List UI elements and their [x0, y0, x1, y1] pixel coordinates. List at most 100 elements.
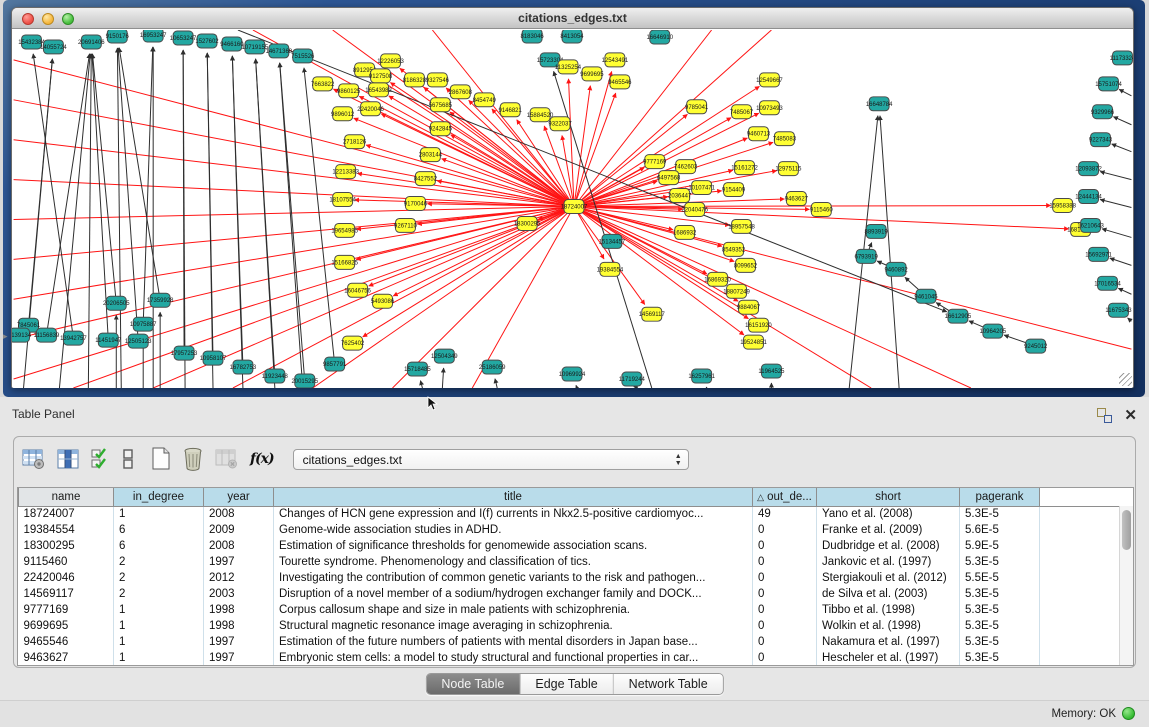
- graph-node[interactable]: 9785041: [685, 100, 709, 114]
- graph-edge[interactable]: [574, 207, 748, 319]
- graph-node[interactable]: 8549352: [722, 242, 746, 256]
- graph-node[interactable]: 12505123: [125, 334, 152, 348]
- graph-edge[interactable]: [1113, 117, 1131, 125]
- graph-node[interactable]: 11964525: [758, 364, 785, 378]
- graph-node[interactable]: 9227343: [1089, 133, 1113, 147]
- graph-node[interactable]: 8186328: [403, 73, 427, 87]
- graph-edge[interactable]: [576, 385, 577, 388]
- graph-node[interactable]: 9327546: [426, 73, 450, 87]
- graph-node[interactable]: 19524851: [740, 335, 767, 349]
- graph-node[interactable]: 20015295: [291, 374, 318, 388]
- graph-node[interactable]: 11156839: [34, 328, 60, 342]
- column-header-out_degree[interactable]: △out_de...: [753, 488, 817, 506]
- graph-edge[interactable]: [256, 59, 275, 388]
- network-graph[interactable]: 1543238414055724206914069150176169532471…: [12, 30, 1133, 388]
- graph-node[interactable]: 15751074: [1095, 77, 1122, 91]
- graph-node[interactable]: 11923448: [262, 369, 289, 383]
- table-select-dropdown[interactable]: citations_edges.txt ▲▼: [293, 449, 689, 470]
- graph-node[interactable]: 9322037: [548, 117, 572, 131]
- column-chooser-icon[interactable]: [57, 449, 80, 470]
- graph-node[interactable]: 16869320: [704, 272, 731, 286]
- graph-node[interactable]: 11719244: [619, 372, 646, 386]
- graph-node[interactable]: 12093872: [1075, 162, 1102, 176]
- graph-node[interactable]: 18300295: [514, 216, 541, 230]
- network-window-titlebar[interactable]: citations_edges.txt: [12, 8, 1133, 29]
- graph-node[interactable]: 15166825: [331, 255, 358, 269]
- graph-node[interactable]: 6497568: [657, 171, 681, 185]
- graph-node[interactable]: 2803144: [419, 148, 443, 162]
- graph-node[interactable]: 10969924: [559, 367, 586, 381]
- graph-node[interactable]: 10653247: [170, 31, 197, 45]
- graph-node[interactable]: 12504349: [431, 349, 458, 363]
- delete-table-icon[interactable]: [182, 447, 204, 471]
- graph-node[interactable]: 16612905: [945, 309, 972, 323]
- graph-node[interactable]: 8183046: [520, 30, 544, 43]
- rows-icon[interactable]: [122, 448, 134, 470]
- graph-node[interactable]: 18807249: [723, 284, 750, 298]
- graph-node[interactable]: 9139134: [12, 328, 32, 342]
- graph-node[interactable]: 8427552: [414, 172, 438, 186]
- graph-node[interactable]: 19654985: [331, 223, 358, 237]
- graph-node[interactable]: 10973493: [756, 101, 783, 115]
- graph-node[interactable]: 14671368: [266, 44, 293, 58]
- column-header-in_degree[interactable]: in_degree: [114, 488, 204, 506]
- graph-node[interactable]: 8893919: [865, 224, 889, 238]
- graph-node[interactable]: 9115460: [810, 203, 833, 217]
- graph-edge[interactable]: [451, 135, 574, 207]
- graph-edge[interactable]: [14, 207, 574, 380]
- graph-node[interactable]: 11451947: [95, 333, 122, 347]
- graph-node[interactable]: 15161272: [731, 161, 758, 175]
- graph-node[interactable]: 7625402: [341, 336, 365, 350]
- graph-node[interactable]: 9329966: [1091, 105, 1115, 119]
- table-row[interactable]: 1830029562008Estimation of significance …: [19, 538, 1120, 554]
- graph-edge[interactable]: [1100, 172, 1131, 180]
- graph-node[interactable]: 9465546: [608, 75, 632, 89]
- graph-node[interactable]: 9857791: [323, 357, 347, 371]
- graph-edge[interactable]: [393, 207, 574, 296]
- graph-node[interactable]: 14569117: [639, 307, 666, 321]
- graph-edge[interactable]: [366, 145, 574, 206]
- column-header-short[interactable]: short: [817, 488, 960, 506]
- graph-node[interactable]: 9154409: [722, 183, 746, 197]
- graph-edge[interactable]: [574, 207, 871, 388]
- graph-node[interactable]: 7485067: [730, 105, 754, 119]
- graph-node[interactable]: 8099652: [734, 258, 758, 272]
- network-window[interactable]: citations_edges.txt 15432384140557242069…: [11, 7, 1134, 388]
- graph-node[interactable]: 15958388: [1049, 199, 1076, 213]
- graph-node[interactable]: 10958107: [200, 351, 227, 365]
- memory-ok-indicator[interactable]: [1122, 707, 1135, 720]
- graph-edge[interactable]: [119, 48, 160, 300]
- graph-node[interactable]: 7663822: [311, 77, 335, 91]
- graph-node[interactable]: 14055724: [40, 40, 67, 54]
- graph-node[interactable]: 18724007: [561, 200, 588, 214]
- close-panel-icon[interactable]: ✕: [1124, 408, 1137, 423]
- table-row[interactable]: 1872400712008Changes of HCN gene express…: [19, 506, 1120, 522]
- graph-edge[interactable]: [280, 63, 303, 388]
- graph-node[interactable]: 5675685: [429, 98, 453, 112]
- graph-node[interactable]: 22420046: [357, 102, 384, 116]
- graph-edge[interactable]: [88, 54, 91, 388]
- graph-edge[interactable]: [1118, 288, 1131, 294]
- graph-node[interactable]: 16953247: [140, 30, 167, 42]
- graph-node[interactable]: 17359928: [147, 293, 174, 307]
- column-header-title[interactable]: title: [274, 488, 753, 506]
- graph-node[interactable]: 9896012: [331, 107, 355, 121]
- graph-node[interactable]: 16782753: [230, 360, 257, 374]
- graph-node[interactable]: 9461045: [914, 289, 938, 303]
- graph-node[interactable]: 19384554: [597, 262, 624, 276]
- graph-node[interactable]: 10964205: [980, 324, 1007, 338]
- column-header-year[interactable]: year: [204, 488, 274, 506]
- graph-node[interactable]: 16648784: [866, 97, 893, 111]
- graph-edge[interactable]: [1100, 200, 1131, 208]
- graph-edge[interactable]: [14, 207, 574, 220]
- graph-node[interactable]: 16257961: [688, 369, 715, 383]
- graph-node[interactable]: 22040476: [681, 203, 708, 217]
- graph-edge[interactable]: [14, 180, 574, 207]
- graph-node[interactable]: 9460713: [747, 127, 771, 141]
- graph-node[interactable]: 5493086: [371, 294, 395, 308]
- table-row[interactable]: 946554611997Estimation of the future num…: [19, 634, 1120, 650]
- graph-node[interactable]: 12444134: [1075, 190, 1102, 204]
- graph-edge[interactable]: [1110, 258, 1132, 265]
- column-header-pagerank[interactable]: pagerank: [960, 488, 1040, 506]
- graph-node[interactable]: 12543491: [602, 53, 629, 67]
